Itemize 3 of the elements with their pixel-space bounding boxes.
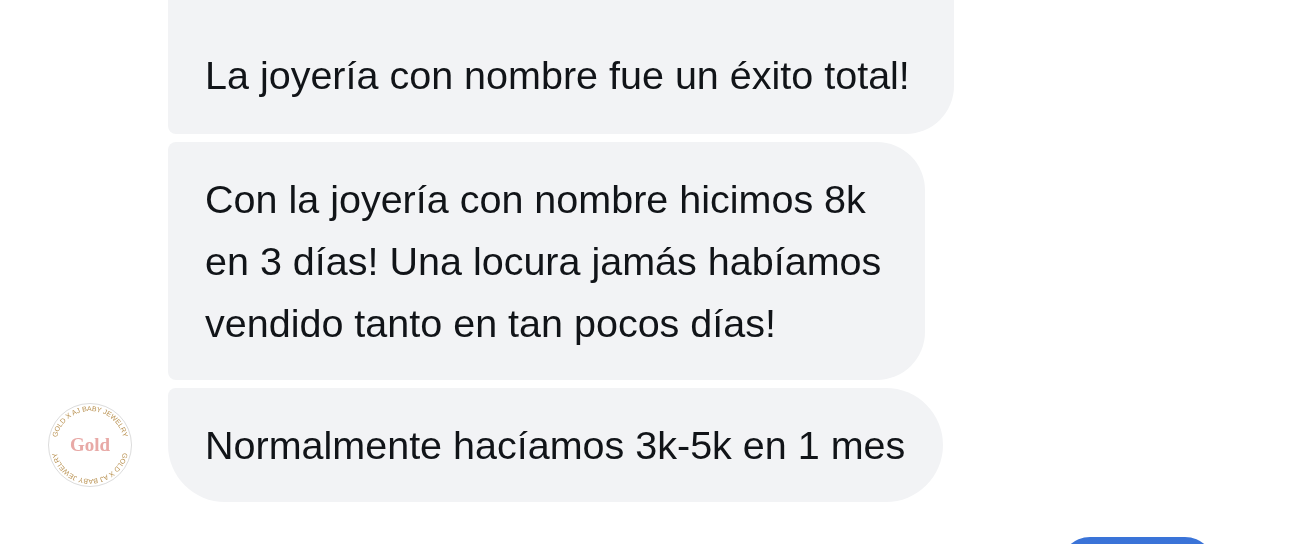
message-text: Normalmente hacíamos 3k-5k en 1 mes [205,422,906,469]
message-text: La joyería con nombre fue un éxito total! [205,52,910,99]
message-text: Con la joyería con nombre hicimos 8k en 3 días! Una locura jamás habíamos vendido tanto en tan pocos días! [205,176,882,347]
